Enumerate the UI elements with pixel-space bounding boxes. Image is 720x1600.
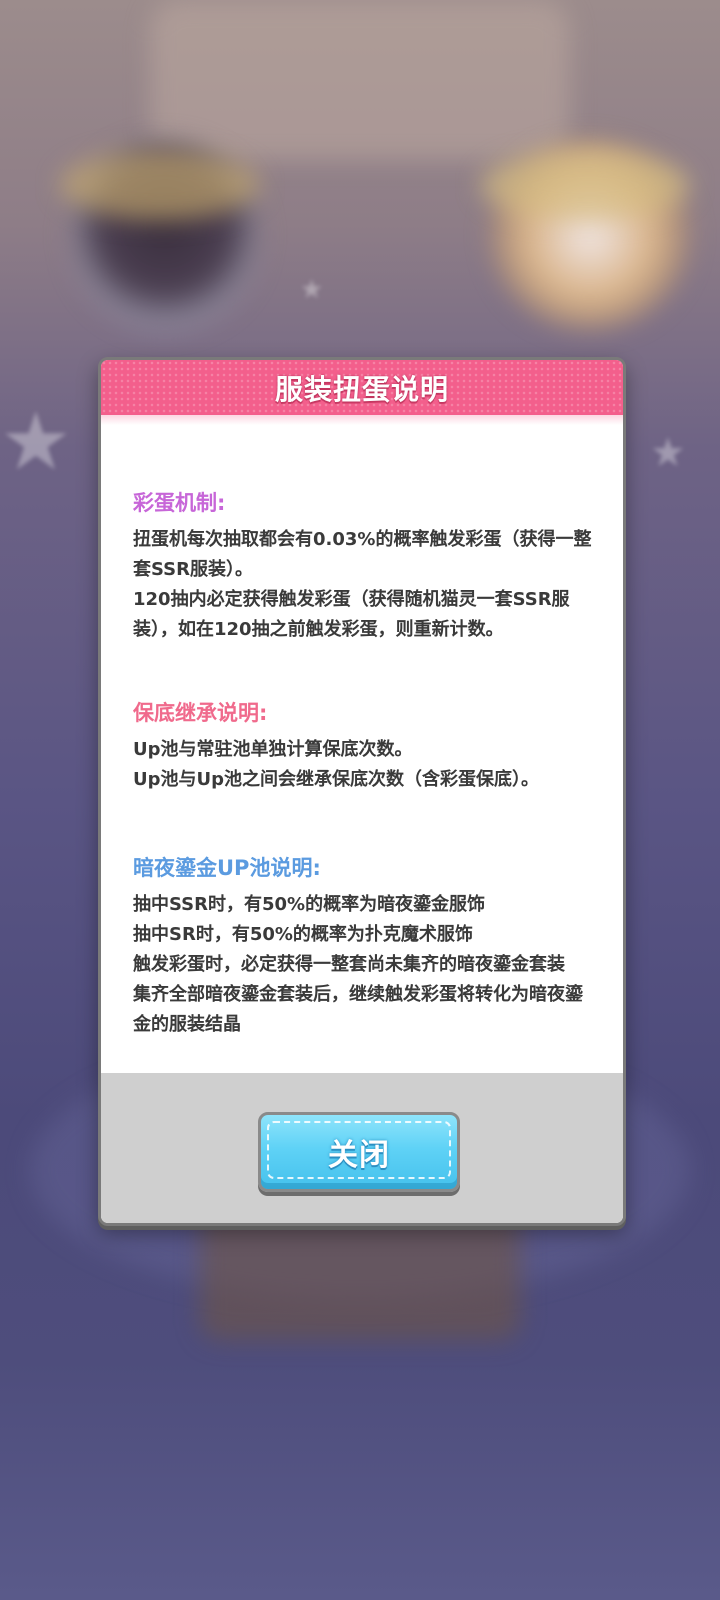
close-button-label: 关闭 [328,1138,390,1173]
section-text: 扭蛋机每次抽取都会有0.03%的概率触发彩蛋（获得一整套SSR服装）。 [133,529,592,580]
gacha-info-dialog: 服装扭蛋说明 彩蛋机制: 扭蛋机每次抽取都会有0.03%的概率触发彩蛋（获得一整… [98,357,626,1226]
close-button[interactable]: 关闭 [258,1112,460,1192]
dialog-footer: 关闭 [101,1073,623,1223]
section-easter-egg: 彩蛋机制: 扭蛋机每次抽取都会有0.03%的概率触发彩蛋（获得一整套SSR服装）… [133,490,593,645]
section-title: 暗夜鎏金UP池说明: [133,856,321,880]
cat-hat-left [60,150,260,220]
cat-hat-right [480,150,690,220]
section-text: Up池与常驻池单独计算保底次数。 [133,739,413,760]
star-decoration-icon: ★ [0,395,72,488]
section-title: 彩蛋机制: [133,491,226,515]
dialog-title: 服装扭蛋说明 [274,372,449,406]
section-up-pool: 暗夜鎏金UP池说明: 抽中SSR时，有50%的概率为暗夜鎏金服饰 抽中SR时，有… [133,855,593,1040]
section-text: 抽中SR时，有50%的概率为扑克魔术服饰 [133,924,473,945]
dialog-body[interactable]: 彩蛋机制: 扭蛋机每次抽取都会有0.03%的概率触发彩蛋（获得一整套SSR服装）… [101,415,623,1127]
star-decoration-icon: ★ [300,275,324,305]
section-pity-inherit: 保底继承说明: Up池与常驻池单独计算保底次数。 Up池与Up池之间会继承保底次… [133,700,593,795]
background-window-light [150,0,570,160]
star-decoration-icon: ★ [650,430,686,476]
section-text: 集齐全部暗夜鎏金套装后，继续触发彩蛋将转化为暗夜鎏金的服装结晶 [133,984,583,1035]
dialog-header: 服装扭蛋说明 [101,360,623,425]
section-text: 120抽内必定获得触发彩蛋（获得随机猫灵一套SSR服装），如在120抽之前触发彩… [133,589,570,640]
section-title: 保底继承说明: [133,701,268,725]
section-text: 触发彩蛋时，必定获得一整套尚未集齐的暗夜鎏金套装 [133,954,565,975]
section-text: Up池与Up池之间会继承保底次数（含彩蛋保底）。 [133,769,539,790]
section-text: 抽中SSR时，有50%的概率为暗夜鎏金服饰 [133,894,486,915]
